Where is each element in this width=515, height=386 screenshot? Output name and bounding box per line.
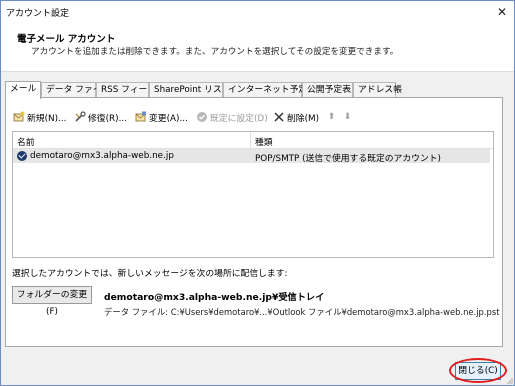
account-type: POP/SMTP (送信で使用する既定のアカウント) xyxy=(255,154,441,164)
column-divider xyxy=(250,132,251,148)
account-row[interactable]: demotaro@mx3.alpha-web.ne.jp POP/SMTP (送… xyxy=(13,149,490,164)
tab-internet-calendars[interactable]: インターネット予定表 xyxy=(223,82,316,98)
tab-data-files[interactable]: データ ファイル xyxy=(41,82,110,98)
change-label: 変更(A)... xyxy=(149,113,188,124)
new-account-label: 新規(N)... xyxy=(27,113,67,124)
column-header-name[interactable]: 名前 xyxy=(17,135,35,148)
tab-mail[interactable]: メール xyxy=(5,81,41,99)
resize-grip-icon[interactable] xyxy=(505,376,513,384)
close-window-icon[interactable]: ✕ xyxy=(494,4,510,20)
move-down-arrow-icon: ⬇ xyxy=(344,112,352,122)
tab-sharepoint-lists[interactable]: SharePoint リスト xyxy=(149,82,230,98)
change-settings-icon xyxy=(135,111,147,123)
set-default-check-icon xyxy=(196,111,208,123)
move-up-button[interactable]: ⬆ xyxy=(328,109,335,125)
tab-address-books[interactable]: アドレス帳 xyxy=(353,82,402,98)
highlight-circle xyxy=(449,358,507,383)
change-folder-button[interactable]: フォルダーの変更(F) xyxy=(12,286,92,317)
repair-label: 修復(R)... xyxy=(88,113,127,124)
header-description: アカウントを追加または削除できます。また、アカウントを選択してその設定を変更でき… xyxy=(31,47,399,57)
repair-tool-icon xyxy=(74,111,86,123)
tab-published-calendars[interactable]: 公開予定表 xyxy=(302,82,353,98)
delete-button[interactable]: 削除(M) xyxy=(273,109,319,125)
data-file-path: データ ファイル: C:¥Users¥demotaro¥...¥Outlook … xyxy=(104,307,500,317)
delete-label: 削除(M) xyxy=(287,113,320,124)
move-down-button[interactable]: ⬇ xyxy=(344,109,351,125)
title-bar: アカウント設定 ✕ xyxy=(1,1,514,23)
new-account-button[interactable]: 新規(N)... xyxy=(13,109,66,125)
delivery-folder-path: demotaro@mx3.alpha-web.ne.jp¥受信トレイ xyxy=(104,292,325,303)
column-header-type[interactable]: 種類 xyxy=(255,135,273,148)
delete-x-icon xyxy=(273,111,285,123)
change-button[interactable]: 変更(A)... xyxy=(135,109,188,125)
move-up-arrow-icon: ⬆ xyxy=(328,112,336,122)
default-account-check-icon xyxy=(17,151,27,161)
repair-button[interactable]: 修復(R)... xyxy=(74,109,127,125)
delivery-description: 選択したアカウントでは、新しいメッセージを次の場所に配信します: xyxy=(12,269,288,279)
header-title: 電子メール アカウント xyxy=(17,34,116,45)
window-title: アカウント設定 xyxy=(6,9,70,19)
dialog-header: 電子メール アカウント アカウントを追加または削除できます。また、アカウントを選… xyxy=(1,23,514,72)
tab-rss-feeds[interactable]: RSS フィード xyxy=(96,82,156,98)
set-default-label: 既定に設定(D) xyxy=(210,113,268,124)
new-mail-icon xyxy=(13,111,25,123)
accounts-list[interactable]: 名前 種類 demotaro@mx3.alpha-web.ne.jp POP/S… xyxy=(12,131,494,258)
set-default-button[interactable]: 既定に設定(D) xyxy=(196,109,268,125)
accounts-list-header: 名前 種類 xyxy=(13,132,493,149)
account-name: demotaro@mx3.alpha-web.ne.jp xyxy=(30,151,174,161)
